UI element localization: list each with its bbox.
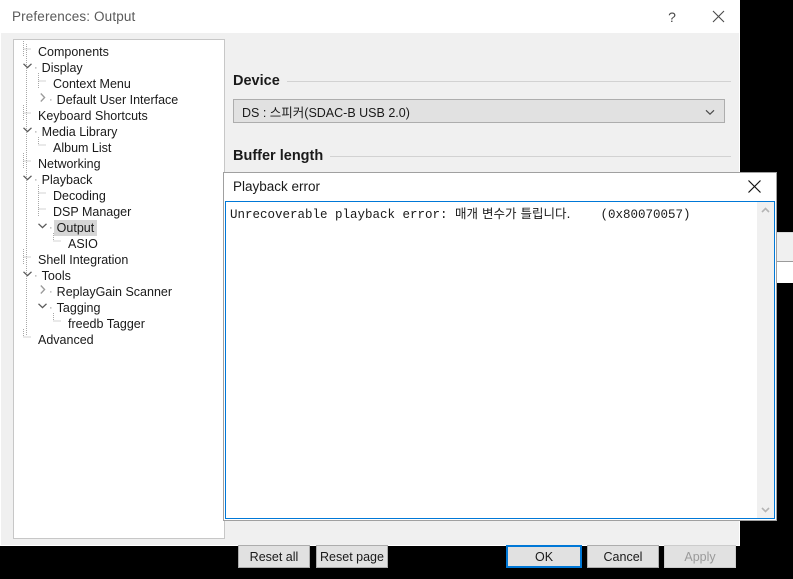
tree-item-networking[interactable]: Networking: [14, 153, 224, 172]
tree-item-label: Media Library: [41, 125, 118, 139]
ok-button[interactable]: OK: [506, 545, 582, 568]
device-dropdown-value: DS : 스피커(SDAC-B USB 2.0): [242, 105, 410, 120]
tree-item-default-user-interface[interactable]: · Default User Interface: [14, 92, 224, 108]
tree-branch-marker: [20, 329, 34, 351]
preferences-category-tree[interactable]: Components · Display Context Menu · Default U…: [13, 39, 225, 539]
device-dropdown[interactable]: DS : 스피커(SDAC-B USB 2.0): [233, 99, 725, 123]
tree-item-shell-integration[interactable]: Shell Integration: [14, 249, 224, 268]
tree-item-album-list[interactable]: Album List: [14, 137, 224, 156]
tree-item-tools[interactable]: · Tools: [14, 268, 224, 284]
buffer-group-header: Buffer length: [233, 148, 731, 164]
tree-item-label: Album List: [53, 141, 112, 155]
reset-all-button[interactable]: Reset all: [238, 545, 310, 568]
tree-item-tagging[interactable]: · Tagging: [14, 300, 224, 316]
background-window-edge-white: [777, 262, 793, 283]
tree-item-context-menu[interactable]: Context Menu: [14, 73, 224, 92]
tree-item-label: Tools: [41, 269, 71, 283]
tree-item-components[interactable]: Components: [14, 41, 224, 60]
help-icon[interactable]: ?: [649, 1, 695, 32]
buffer-group-rule: [330, 155, 731, 157]
error-message-localized: 매개 변수가 틀립니다.: [455, 206, 571, 221]
error-message-prefix: Unrecoverable playback error:: [230, 208, 456, 222]
tree-item-label: Keyboard Shortcuts: [38, 109, 148, 123]
error-dialog-body[interactable]: Unrecoverable playback error: 매개 변수가 틀립니…: [225, 201, 775, 519]
preferences-footer: Reset all Reset page OK Cancel Apply: [1, 545, 739, 579]
chevron-down-icon: [704, 105, 716, 123]
chevron-down-icon[interactable]: [20, 172, 34, 189]
tree-item-label: freedb Tagger: [68, 317, 145, 331]
error-dialog-scrollbar[interactable]: [757, 202, 774, 518]
apply-button: Apply: [664, 545, 736, 568]
error-message-text: Unrecoverable playback error: 매개 변수가 틀립니…: [230, 206, 742, 223]
device-group: Device DS : 스피커(SDAC-B USB 2.0): [233, 73, 731, 123]
chevron-down-icon[interactable]: [757, 501, 774, 518]
tree-item-label: Networking: [38, 157, 101, 171]
chevron-right-icon[interactable]: [35, 92, 49, 109]
tree-item-label: Context Menu: [53, 77, 131, 91]
error-dialog-titlebar[interactable]: Playback error: [224, 173, 776, 201]
tree-item-label: Decoding: [53, 189, 106, 203]
device-group-title: Device: [233, 73, 280, 89]
tree-item-label: DSP Manager: [53, 205, 132, 219]
background-window-edge-gray: [777, 232, 793, 262]
buffer-group-title: Buffer length: [233, 148, 324, 164]
chevron-down-icon[interactable]: [20, 268, 34, 285]
preferences-titlebar[interactable]: Preferences: Output ?: [1, 1, 739, 33]
tree-item-output[interactable]: · Output: [14, 220, 224, 236]
close-icon[interactable]: [732, 173, 776, 200]
tree-item-label: Advanced: [38, 333, 94, 347]
tree-item-label: Shell Integration: [38, 253, 129, 267]
reset-page-button[interactable]: Reset page: [316, 545, 388, 568]
chevron-down-icon[interactable]: [20, 124, 34, 141]
tree-item-replaygain-scanner[interactable]: · ReplayGain Scanner: [14, 284, 224, 300]
error-message-code: (0x80070057): [570, 208, 691, 222]
tree-item-keyboard-shortcuts[interactable]: Keyboard Shortcuts: [14, 105, 224, 124]
chevron-down-icon[interactable]: [35, 220, 49, 237]
error-dialog-title: Playback error: [233, 179, 321, 194]
tree-item-label: ReplayGain Scanner: [56, 285, 173, 299]
chevron-down-icon[interactable]: [35, 300, 49, 317]
cancel-button[interactable]: Cancel: [587, 545, 659, 568]
device-group-header: Device: [233, 73, 731, 89]
device-group-rule: [286, 80, 731, 82]
playback-error-dialog: Playback error Unrecoverable playback er…: [223, 172, 777, 521]
chevron-right-icon[interactable]: [35, 284, 49, 301]
tree-item-label: ASIO: [68, 237, 98, 251]
tree-item-asio[interactable]: ASIO: [14, 233, 224, 252]
screen: Preferences: Output ? Components · Display…: [0, 0, 793, 569]
chevron-down-icon[interactable]: [20, 60, 34, 77]
tree-item-dsp-manager[interactable]: DSP Manager: [14, 201, 224, 220]
close-icon[interactable]: [695, 1, 741, 32]
tree-item-advanced[interactable]: Advanced: [14, 329, 224, 351]
preferences-window-title: Preferences: Output: [12, 9, 136, 24]
tree-item-label: Default User Interface: [56, 93, 179, 107]
chevron-up-icon[interactable]: [757, 202, 774, 219]
tree-item-freedb-tagger[interactable]: freedb Tagger: [14, 313, 224, 332]
tree-item-label: Components: [38, 45, 109, 59]
